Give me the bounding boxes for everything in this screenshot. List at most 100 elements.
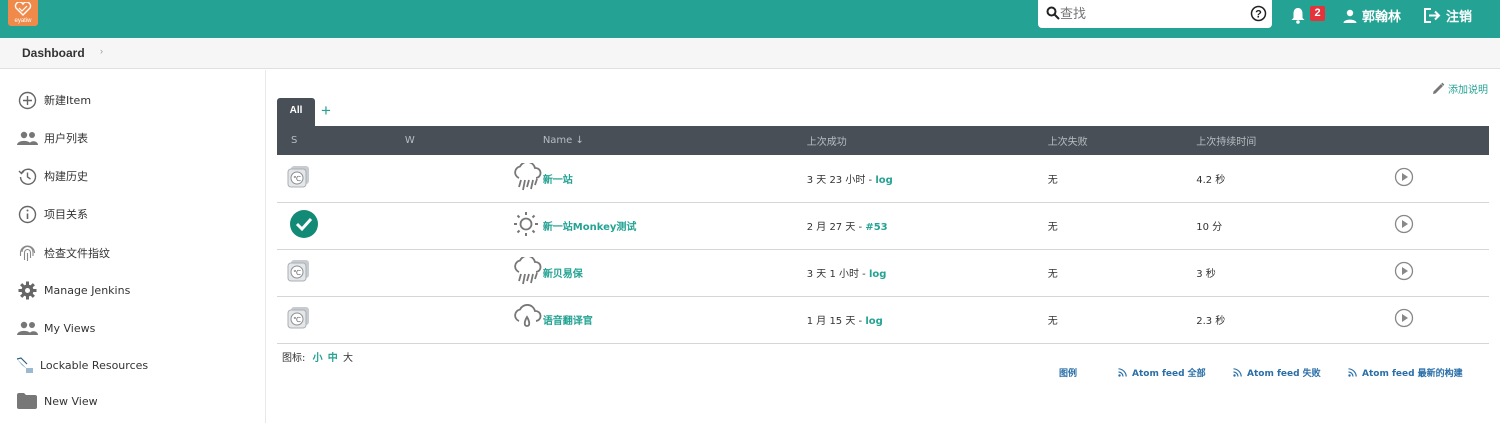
sidebar-item-build-history[interactable]: 构建历史: [16, 165, 88, 187]
col-header-status[interactable]: S: [277, 126, 387, 155]
last-failure-cell: 无: [1047, 249, 1197, 297]
sidebar-item-label: 构建历史: [44, 170, 88, 183]
atom-feed-latest-link[interactable]: Atom feed 最新的构建: [1348, 366, 1463, 379]
sidebar-item-my-views[interactable]: My Views: [16, 317, 95, 339]
name-cell: 语音翻译官: [542, 296, 807, 344]
logo-heart-icon: [14, 2, 32, 16]
job-link[interactable]: 语音翻译官: [543, 316, 593, 327]
play-build-icon[interactable]: [1394, 167, 1414, 187]
sidebar-item-label: 项目关系: [44, 208, 88, 221]
disabled-status-icon[interactable]: ℃: [285, 164, 313, 190]
lock-icon: [14, 354, 36, 376]
last-failure-cell: 无: [1047, 296, 1197, 344]
sidebar-item-new-view[interactable]: New View: [16, 390, 98, 412]
search-input[interactable]: [1060, 4, 1240, 24]
top-header: eyatiw ? 2 郭翰林 注销: [0, 0, 1500, 38]
icon-size-large: 大: [342, 353, 353, 364]
username: 郭翰林: [1362, 10, 1402, 25]
sidebar-item-new-item[interactable]: 新建Item: [16, 89, 91, 111]
disabled-status-icon[interactable]: ℃: [285, 305, 313, 331]
build-link[interactable]: log: [875, 175, 892, 186]
rain-weather-icon[interactable]: [511, 160, 543, 191]
last-failure-cell: 无: [1047, 155, 1197, 203]
sidebar-item-label: Lockable Resources: [40, 358, 149, 372]
sidebar-item-users[interactable]: 用户列表: [16, 127, 88, 149]
svg-text:?: ?: [1255, 9, 1262, 21]
breadcrumb: Dashboard ›: [0, 38, 1500, 69]
job-link[interactable]: 新贝易保: [543, 269, 583, 280]
action-cell: [1394, 249, 1489, 297]
col-header-last-success[interactable]: 上次成功: [806, 126, 1048, 155]
rss-icon: [1233, 368, 1242, 377]
last-success-text: 1 月 15 天 -: [806, 316, 866, 327]
play-build-icon[interactable]: [1394, 308, 1414, 328]
breadcrumb-dashboard[interactable]: Dashboard: [22, 46, 85, 60]
build-link[interactable]: log: [869, 269, 886, 280]
logout-button[interactable]: 注销: [1424, 6, 1472, 25]
sidebar-item-label: My Views: [44, 321, 96, 335]
col-header-weather[interactable]: W: [386, 126, 543, 155]
add-description-link[interactable]: 添加说明: [1432, 81, 1488, 96]
atom-feed-failed-link[interactable]: Atom feed 失败: [1233, 366, 1321, 379]
search-icon: [1046, 6, 1060, 20]
svg-text:℃: ℃: [293, 316, 301, 324]
duration-cell: 4.2 秒: [1196, 155, 1395, 203]
legend-link[interactable]: 图例: [1059, 366, 1077, 379]
gear-icon: [16, 279, 38, 301]
action-cell: [1394, 202, 1489, 250]
duration-cell: 10 分: [1196, 202, 1395, 250]
atom-feed-all-link[interactable]: Atom feed 全部: [1118, 366, 1206, 379]
last-failure-cell: 无: [1047, 202, 1197, 250]
legend-label: 图例: [1059, 369, 1078, 379]
icon-size-medium[interactable]: 中: [328, 353, 338, 364]
action-cell: [1394, 155, 1489, 203]
sidebar-item-project-relationship[interactable]: 项目关系: [16, 203, 88, 225]
jenkins-logo[interactable]: eyatiw: [8, 0, 38, 26]
play-build-icon[interactable]: [1394, 214, 1414, 234]
col-header-last-duration[interactable]: 上次持续时间: [1196, 126, 1395, 155]
disabled-status-icon[interactable]: ℃: [285, 258, 313, 284]
sidebar-item-fingerprint[interactable]: 检查文件指纹: [16, 242, 110, 264]
build-link[interactable]: log: [865, 316, 882, 327]
history-icon: [16, 165, 38, 187]
drizzle-weather-icon[interactable]: [511, 304, 543, 332]
sidebar: 新建Item 用户列表 构建历史 项目关系 检查文件指纹 Manage Jenk…: [0, 70, 266, 423]
rain-weather-icon[interactable]: [511, 255, 543, 285]
weather-cell: [386, 202, 543, 250]
logo-text: eyatiw: [14, 18, 32, 24]
tab-all[interactable]: All: [277, 98, 315, 126]
status-cell: [277, 202, 387, 250]
table-row: ℃ 新一站 3 天 23 小时 - log 无 4.2 秒: [277, 155, 1489, 203]
table-header-row: S W Name ↓ 上次成功 上次失败 上次持续时间: [277, 126, 1489, 155]
play-build-icon[interactable]: [1394, 261, 1414, 281]
build-link[interactable]: #53: [865, 222, 887, 233]
col-header-last-failure[interactable]: 上次失败: [1047, 126, 1197, 155]
notification-badge[interactable]: 2: [1310, 6, 1325, 21]
bell-icon[interactable]: [1290, 7, 1306, 24]
col-header-name[interactable]: Name ↓: [542, 126, 807, 155]
atom-feed-failed-label: Atom feed 失败: [1247, 369, 1321, 379]
success-check-icon[interactable]: [289, 209, 319, 239]
logout-label: 注销: [1446, 10, 1473, 25]
sidebar-item-label: New View: [44, 394, 98, 408]
info-icon: [16, 203, 38, 225]
icon-size-selector: 图标: 小 中 大: [282, 349, 353, 364]
user-icon: [1343, 9, 1357, 23]
sidebar-item-manage-jenkins[interactable]: Manage Jenkins: [16, 279, 130, 301]
action-cell: [1394, 296, 1489, 344]
icon-size-small[interactable]: 小: [313, 353, 323, 364]
breadcrumb-chevron-icon[interactable]: ›: [100, 46, 103, 56]
sidebar-item-label: 新建Item: [44, 94, 92, 107]
duration-cell: 3 秒: [1196, 249, 1395, 297]
name-cell: 新贝易保: [542, 249, 807, 297]
user-menu[interactable]: 郭翰林: [1343, 6, 1401, 25]
sun-weather-icon[interactable]: [513, 211, 539, 237]
col-header-action: [1394, 126, 1489, 155]
sidebar-item-lockable-resources[interactable]: Lockable Resources: [14, 354, 148, 376]
job-link[interactable]: 新一站: [543, 175, 573, 186]
sidebar-item-label: Manage Jenkins: [44, 283, 131, 297]
add-tab-button[interactable]: +: [321, 101, 331, 121]
help-icon[interactable]: ?: [1250, 5, 1267, 22]
folder-icon: [16, 390, 38, 412]
job-link[interactable]: 新一站Monkey测试: [543, 222, 637, 233]
